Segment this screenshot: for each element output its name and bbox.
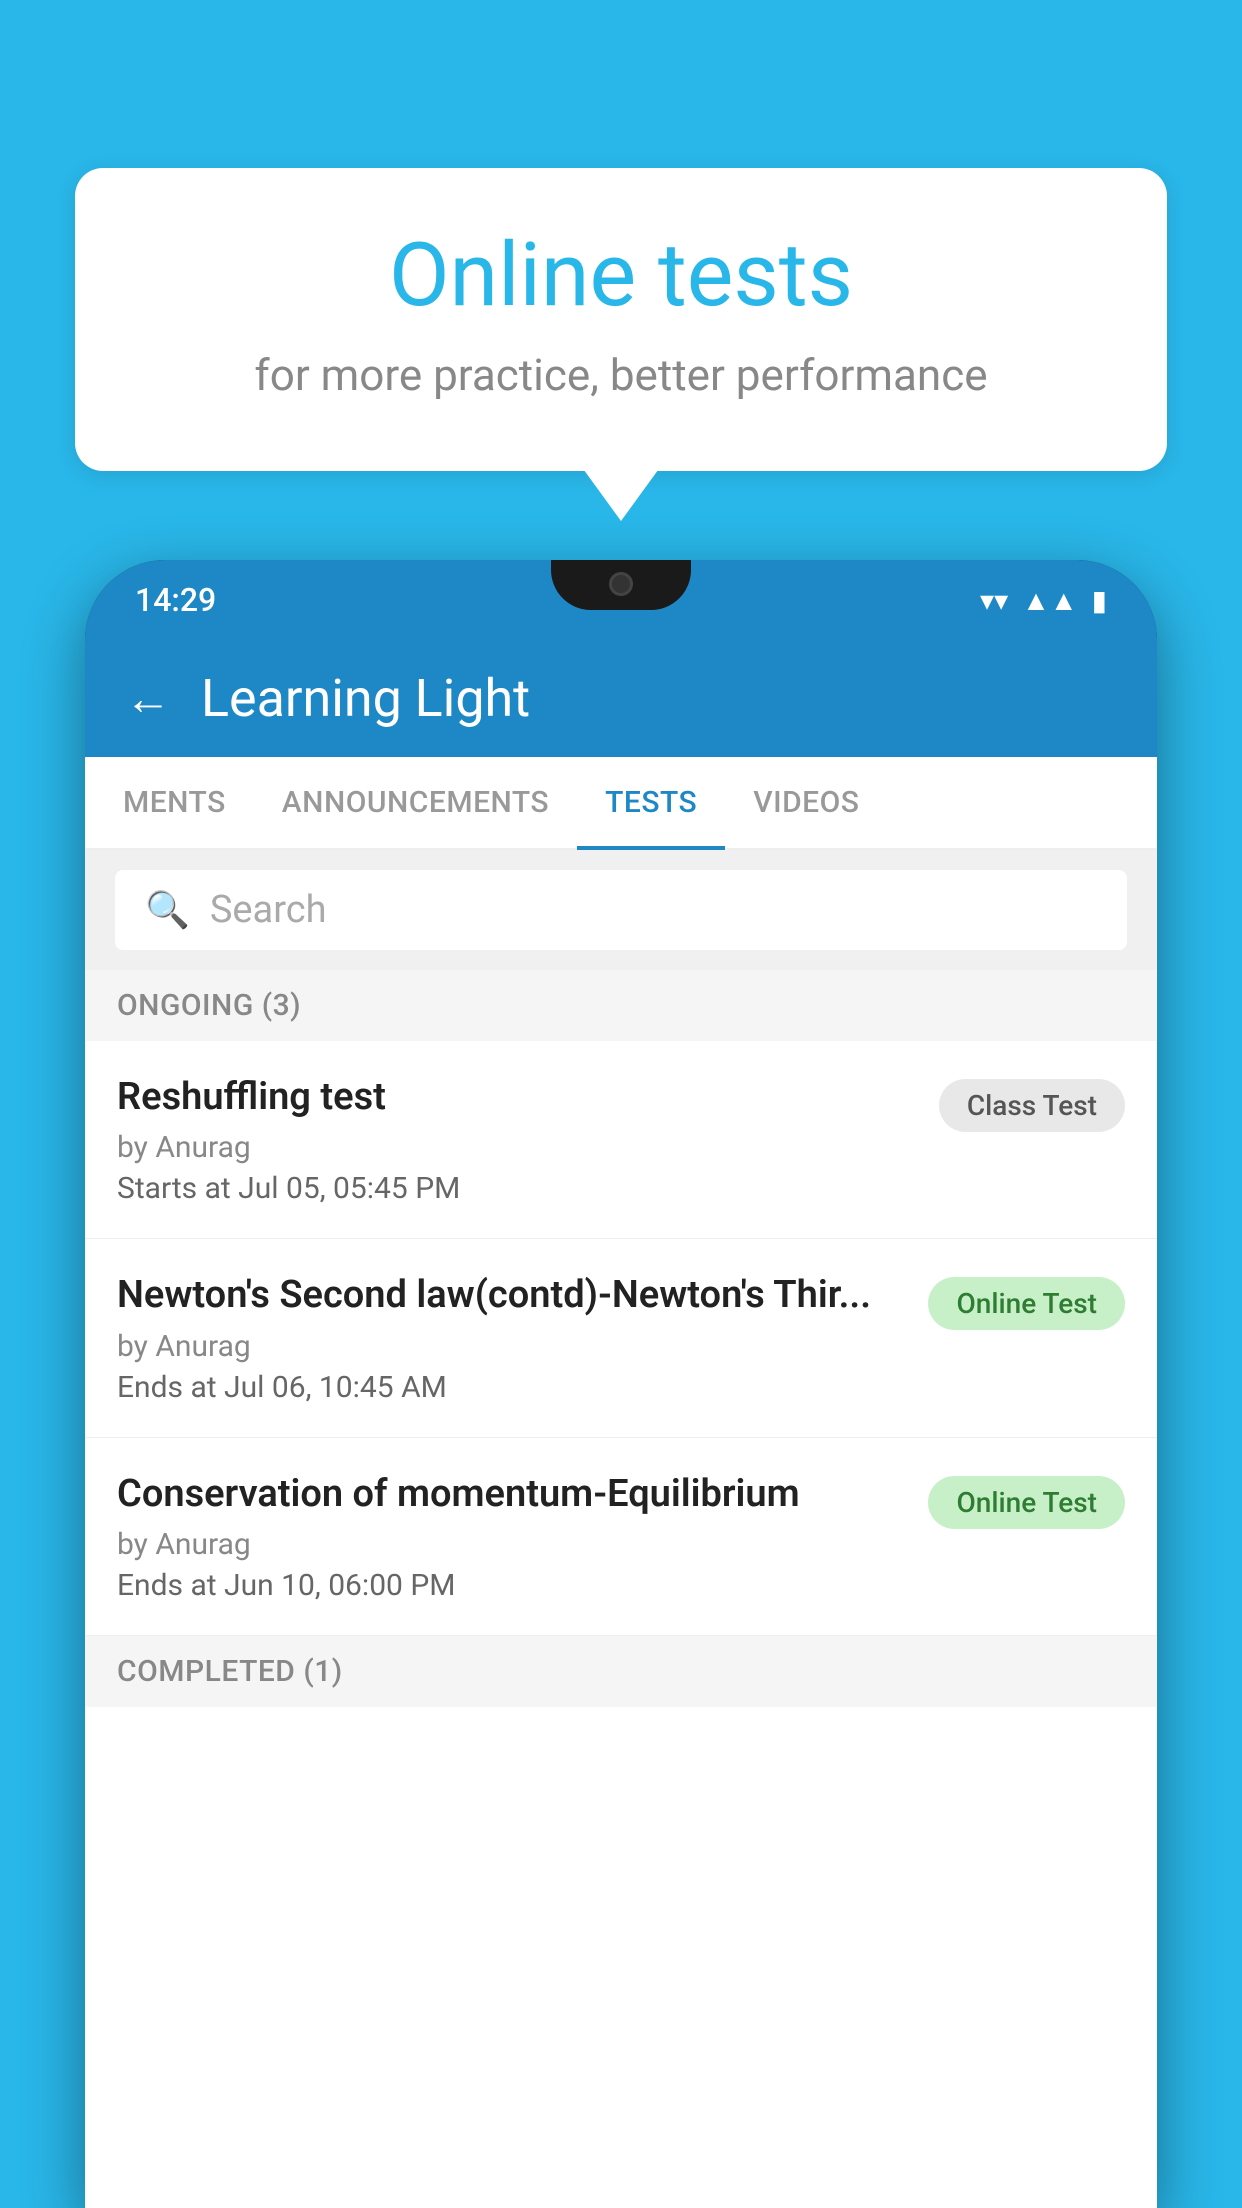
test-info: Newton's Second law(contd)-Newton's Thir… <box>117 1271 908 1404</box>
app-header: ← Learning Light <box>85 640 1157 757</box>
tab-ments[interactable]: MENTS <box>95 757 254 848</box>
test-name: Conservation of momentum-Equilibrium <box>117 1470 908 1519</box>
camera-dot <box>609 572 633 596</box>
app-screen: ← Learning Light MENTS ANNOUNCEMENTS TES… <box>85 640 1157 2208</box>
tabs-bar: MENTS ANNOUNCEMENTS TESTS VIDEOS <box>85 757 1157 850</box>
test-item[interactable]: Reshuffling test by Anurag Starts at Jul… <box>85 1041 1157 1239</box>
phone-frame: 14:29 ▾▾ ▲▲ ▮ ← Learning Light MENTS ANN… <box>85 560 1157 2208</box>
ongoing-section-header: ONGOING (3) <box>85 970 1157 1041</box>
speech-bubble: Online tests for more practice, better p… <box>75 168 1167 471</box>
test-info: Reshuffling test by Anurag Starts at Jul… <box>117 1073 919 1206</box>
search-container: 🔍 Search <box>85 850 1157 970</box>
app-title: Learning Light <box>201 668 530 729</box>
test-info: Conservation of momentum-Equilibrium by … <box>117 1470 908 1603</box>
test-badge: Online Test <box>928 1277 1125 1330</box>
test-author: by Anurag <box>117 1130 919 1165</box>
completed-section-header: COMPLETED (1) <box>85 1636 1157 1707</box>
signal-icon: ▲▲ <box>1022 584 1077 617</box>
tab-videos[interactable]: VIDEOS <box>725 757 887 848</box>
test-name: Newton's Second law(contd)-Newton's Thir… <box>117 1271 908 1320</box>
test-date: Starts at Jul 05, 05:45 PM <box>117 1171 919 1206</box>
bubble-subtitle: for more practice, better performance <box>155 349 1087 401</box>
search-icon: 🔍 <box>145 889 190 931</box>
back-button[interactable]: ← <box>125 676 171 722</box>
test-badge: Class Test <box>939 1079 1125 1132</box>
status-icons: ▾▾ ▲▲ ▮ <box>980 584 1107 617</box>
test-item[interactable]: Newton's Second law(contd)-Newton's Thir… <box>85 1239 1157 1437</box>
search-bar[interactable]: 🔍 Search <box>115 870 1127 950</box>
test-author: by Anurag <box>117 1527 908 1562</box>
test-badge: Online Test <box>928 1476 1125 1529</box>
test-date: Ends at Jul 06, 10:45 AM <box>117 1370 908 1405</box>
test-list: Reshuffling test by Anurag Starts at Jul… <box>85 1041 1157 2208</box>
phone-notch <box>551 560 691 610</box>
tab-announcements[interactable]: ANNOUNCEMENTS <box>254 757 577 848</box>
search-placeholder: Search <box>210 888 327 932</box>
time-display: 14:29 <box>135 581 216 619</box>
tab-tests[interactable]: TESTS <box>577 757 725 848</box>
test-author: by Anurag <box>117 1329 908 1364</box>
wifi-icon: ▾▾ <box>980 584 1008 617</box>
bubble-title: Online tests <box>155 228 1087 325</box>
test-item[interactable]: Conservation of momentum-Equilibrium by … <box>85 1438 1157 1636</box>
test-name: Reshuffling test <box>117 1073 919 1122</box>
status-bar: 14:29 ▾▾ ▲▲ ▮ <box>85 560 1157 640</box>
battery-icon: ▮ <box>1092 584 1107 617</box>
test-date: Ends at Jun 10, 06:00 PM <box>117 1568 908 1603</box>
